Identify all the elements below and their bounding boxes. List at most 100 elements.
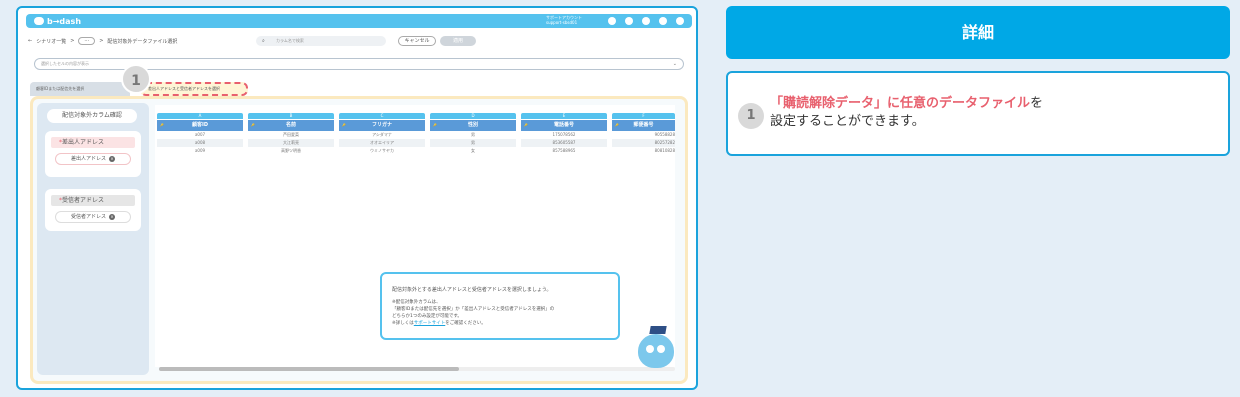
wrench-icon[interactable] [625,17,633,25]
column-header[interactable]: 🔑 顧客ID [157,120,243,131]
table-cell[interactable]: 男 [430,139,516,147]
logo-icon [34,17,44,25]
key-icon: 🔑 [615,123,619,127]
column-letter: B [248,113,334,119]
column-letter: D [430,113,516,119]
screenshot-panel: b→dash サポートアカウント support-sbsd01 ← シナリオ一覧… [16,6,698,390]
column-header[interactable]: 🔑 名前 [248,120,334,131]
chevron-down-icon[interactable]: ⌄ [673,59,677,69]
top-bar: b→dash サポートアカウント support-sbsd01 [26,14,692,28]
table-cell[interactable]: オオエイリア [339,139,425,147]
grid-icon[interactable] [642,17,650,25]
column-header-label: 電話番号 [553,122,574,128]
horizontal-scrollbar[interactable] [159,367,675,371]
column-check-sidebar: 配信対象外カラム確認 *差出人アドレス 差出人アドレス × *受信者アドレス 受信… [37,103,149,375]
back-arrow-icon[interactable]: ← [28,38,32,44]
selected-column-chip[interactable]: 受信者アドレス × [55,211,131,223]
megaphone-icon[interactable] [659,17,667,25]
table-cell[interactable]: 女 [430,147,516,155]
breadcrumb-separator: > [99,38,104,44]
table-cell[interactable]: ウミノサヤカ [339,147,425,155]
scrollbar-thumb[interactable] [159,367,459,371]
tooltip-note-suffix: をご確認ください。 [445,321,486,326]
table-cell[interactable]: a008 [157,139,243,147]
breadcrumb-more-button[interactable]: ··· [78,37,96,45]
table-cell[interactable]: 90558828 [612,131,675,139]
selected-column-chip[interactable]: 差出人アドレス × [55,153,131,165]
group-label: 差出人アドレス [62,139,105,146]
table-column[interactable]: C 🔑 フリガナ アシダマナ オオエイリア ウミノサヤカ [339,113,425,155]
table-column[interactable]: E 🔑 電話番号 175078562 853605587 857588965 [521,113,607,155]
recipient-address-group: *受信者アドレス 受信者アドレス × [45,189,141,231]
column-letter: C [339,113,425,119]
column-letter: A [157,113,243,119]
column-header[interactable]: 🔑 フリガナ [339,120,425,131]
detail-text-line2: 設定することができます。 [770,114,925,129]
table-cell[interactable]: 大江莉亮 [248,139,334,147]
table-cell[interactable]: アシダマナ [339,131,425,139]
column-header[interactable]: 🔑 電話番号 [521,120,607,131]
table-cell[interactable]: 80810828 [612,147,675,155]
tooltip-note: どちらか1つのみ設定が可能です。 [392,314,462,319]
chip-label: 受信者アドレス [70,214,106,220]
support-site-link[interactable]: サポートサイト [414,321,446,326]
tab-customer-id[interactable]: 顧客IDまたは配信先を選択 [30,82,130,96]
search-icon: ⌕ [262,38,265,44]
tooltip-main-text: 配信対象外とする差出人アドレスと受信者アドレスを選択しましょう。 [392,287,552,293]
table-cell[interactable]: 175078562 [521,131,607,139]
cancel-button[interactable]: キャンセル [398,36,436,46]
account-info[interactable]: サポートアカウント support-sbsd01 [546,15,582,25]
column-header-label: フリガナ [371,122,392,128]
column-header[interactable]: 🔑 性別 [430,120,516,131]
close-icon[interactable]: × [109,213,115,220]
group-header: *差出人アドレス [51,137,135,148]
column-search-input[interactable]: ⌕ カラム名で検索 [256,36,386,46]
table-cell[interactable]: 80257282 [612,139,675,147]
detail-text: 「購読解除データ」に任意のデータファイルを 設定することができます。 [770,95,1043,131]
sender-address-group: *差出人アドレス 差出人アドレス × [45,131,141,177]
content-area: 配信対象外カラム確認 *差出人アドレス 差出人アドレス × *受信者アドレス 受信… [30,96,688,384]
table-cell[interactable]: 芦田愛菜 [248,131,334,139]
mascot-eye [646,345,654,353]
breadcrumb-current: 配信対象外データファイル選択 [107,38,178,45]
column-header-label: 郵便番号 [633,122,654,128]
logout-icon[interactable] [676,17,684,25]
table-column[interactable]: B 🔑 名前 芦田愛菜 大江莉亮 高野ツ明香 [248,113,334,155]
mascot-icon[interactable] [638,326,674,368]
selected-cell-placeholder: 選択したセルの内容が表示 [41,61,89,66]
breadcrumb-parent[interactable]: シナリオ一覧 [36,38,66,45]
breadcrumb-separator: > [70,38,75,44]
group-header: *受信者アドレス [51,195,135,206]
table-cell[interactable]: 857588965 [521,147,607,155]
apply-button[interactable]: 適用 [440,36,476,46]
key-icon: 🔑 [251,123,255,127]
table-cell[interactable]: a007 [157,131,243,139]
logo-text: b→dash [47,16,82,26]
bell-icon[interactable] [608,17,616,25]
app-logo[interactable]: b→dash [34,17,81,26]
table-column[interactable]: F 🔑 郵便番号 90558828 80257282 80810828 [612,113,675,155]
column-letter: F [612,113,675,119]
tab-sender-recipient[interactable]: 差出人アドレスと受信者アドレスを選択 [140,82,248,96]
table-cell[interactable]: 男 [430,131,516,139]
close-icon[interactable]: × [109,155,115,162]
key-icon: 🔑 [433,123,437,127]
search-placeholder: カラム名で検索 [276,38,304,43]
table-cell[interactable]: a009 [157,147,243,155]
table-cell[interactable]: 高野ツ明香 [248,147,334,155]
table-column[interactable]: D 🔑 性別 男 男 女 [430,113,516,155]
detail-highlight: 「購読解除データ」に任意のデータファイル [770,96,1031,111]
mascot-eye [657,345,665,353]
tooltip-note-prefix: ※詳しくは [392,321,414,326]
sidebar-title: 配信対象外カラム確認 [47,109,137,123]
key-icon: 🔑 [160,123,164,127]
column-header-label: 名前 [285,122,296,128]
table-cell[interactable]: 853605587 [521,139,607,147]
table-column[interactable]: A 🔑 顧客ID a007 a008 a009 [157,113,243,155]
key-icon: 🔑 [524,123,528,127]
column-header[interactable]: 🔑 郵便番号 [612,120,675,131]
guide-tooltip: 配信対象外とする差出人アドレスと受信者アドレスを選択しましょう。 ※配信対象外カ… [380,272,620,340]
step-badge: 1 [738,103,764,129]
detail-text-suffix: を [1030,96,1044,111]
chip-label: 差出人アドレス [70,156,106,162]
